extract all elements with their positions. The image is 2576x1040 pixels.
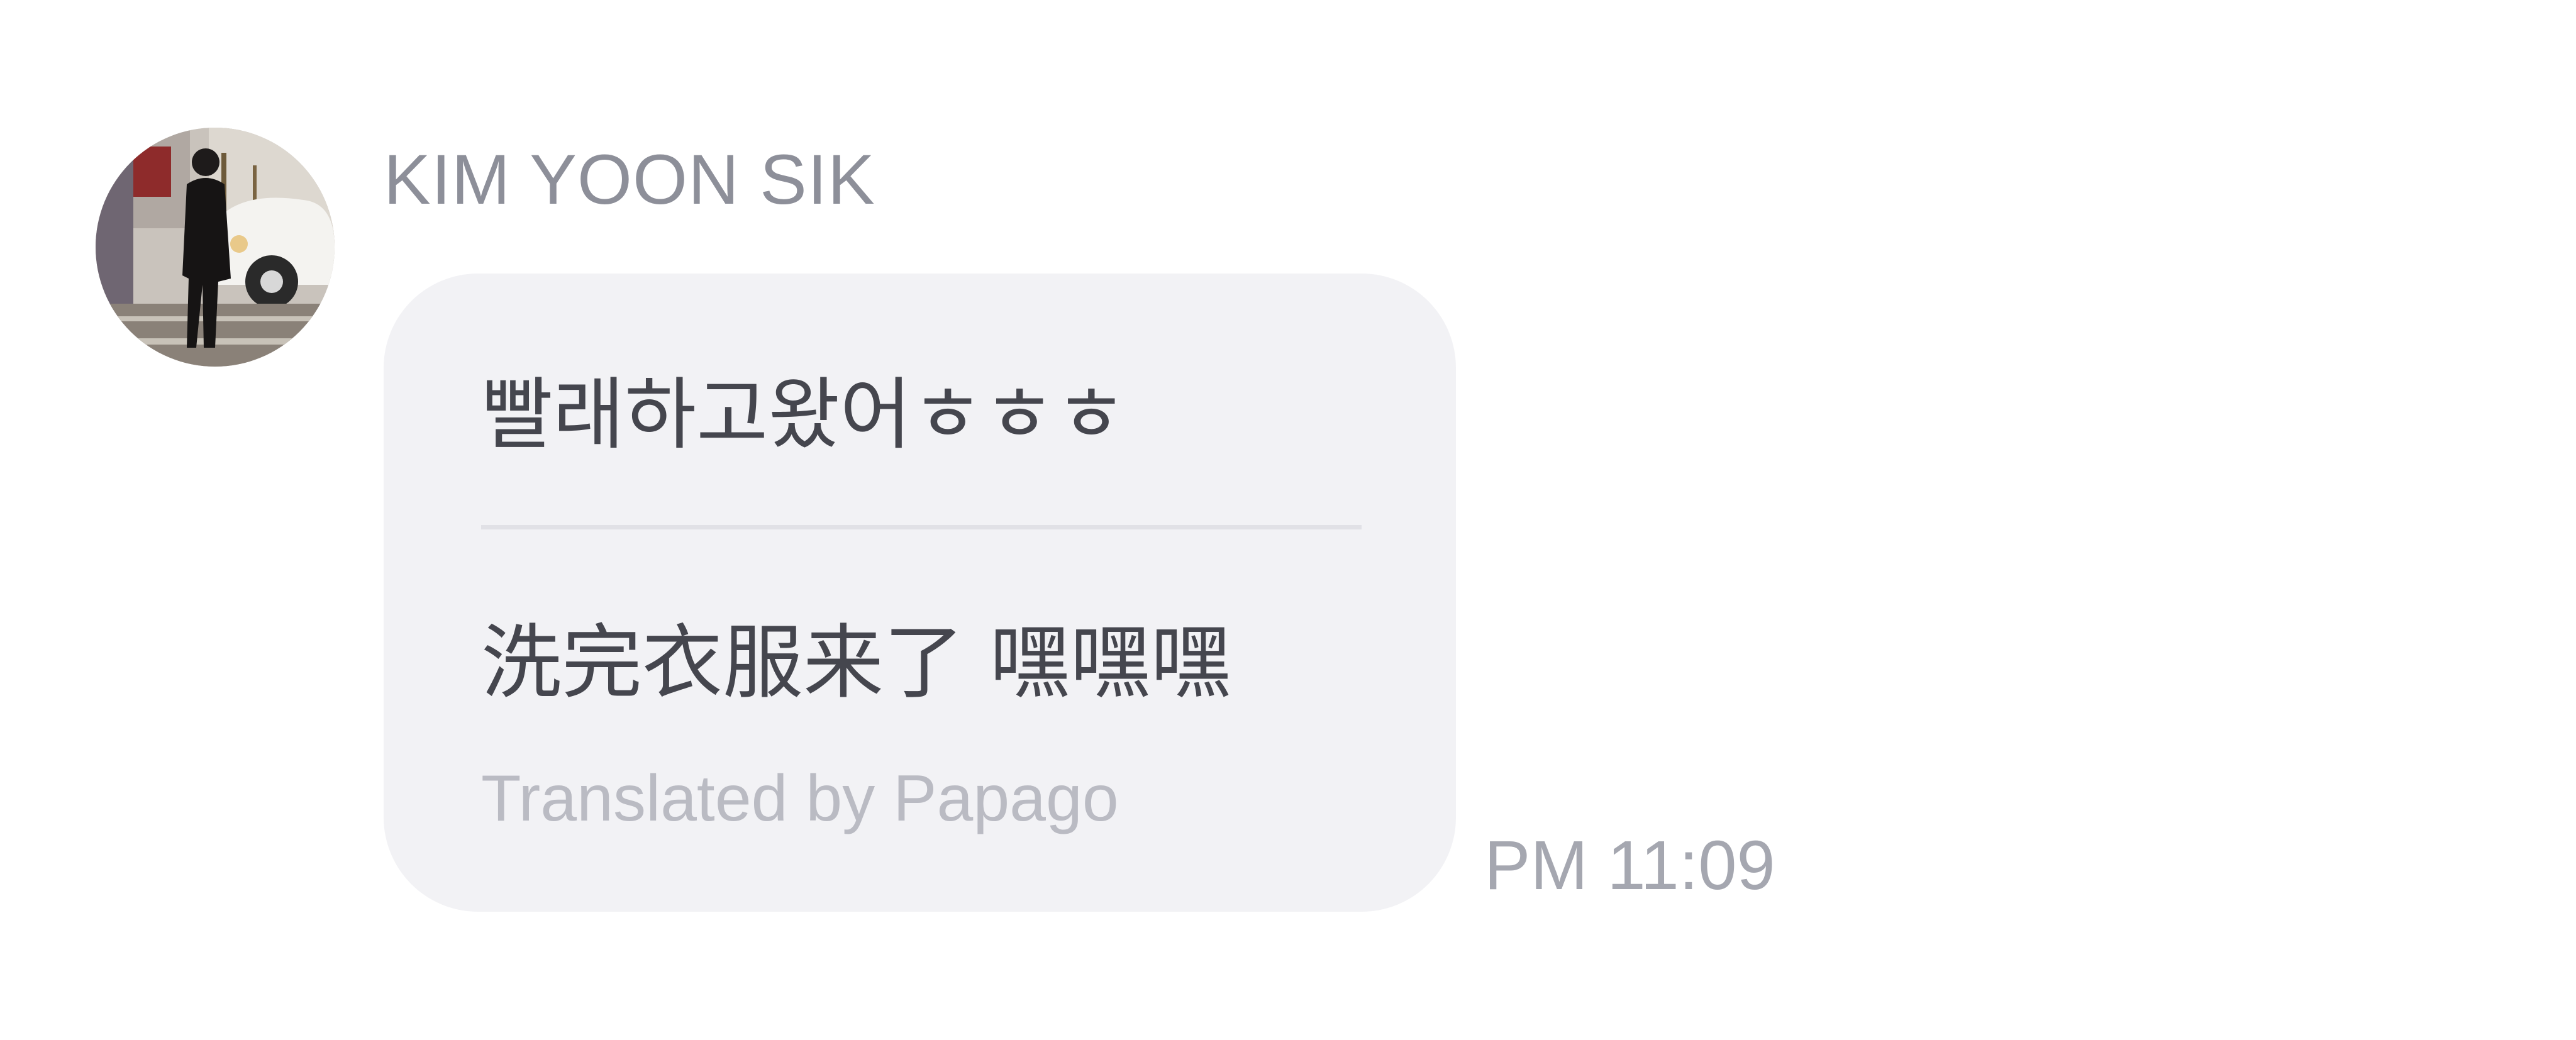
message-timestamp: PM 11:09 [1484,827,1775,904]
sender-avatar[interactable] [96,128,335,367]
translation-divider [481,525,1362,529]
avatar-photo-icon [96,128,335,367]
message-translated-text: 洗完衣服来了 嘿嘿嘿 [481,616,1231,710]
translator-label: Translated by Papago [481,762,1119,835]
sender-name[interactable]: KIM YOON SIK [384,136,875,224]
message-original-text: 빨래하고왔어ㅎㅎㅎ [481,370,1127,460]
message-bubble[interactable]: 빨래하고왔어ㅎㅎㅎ 洗完衣服来了 嘿嘿嘿 Translated by Papag… [384,274,1456,912]
